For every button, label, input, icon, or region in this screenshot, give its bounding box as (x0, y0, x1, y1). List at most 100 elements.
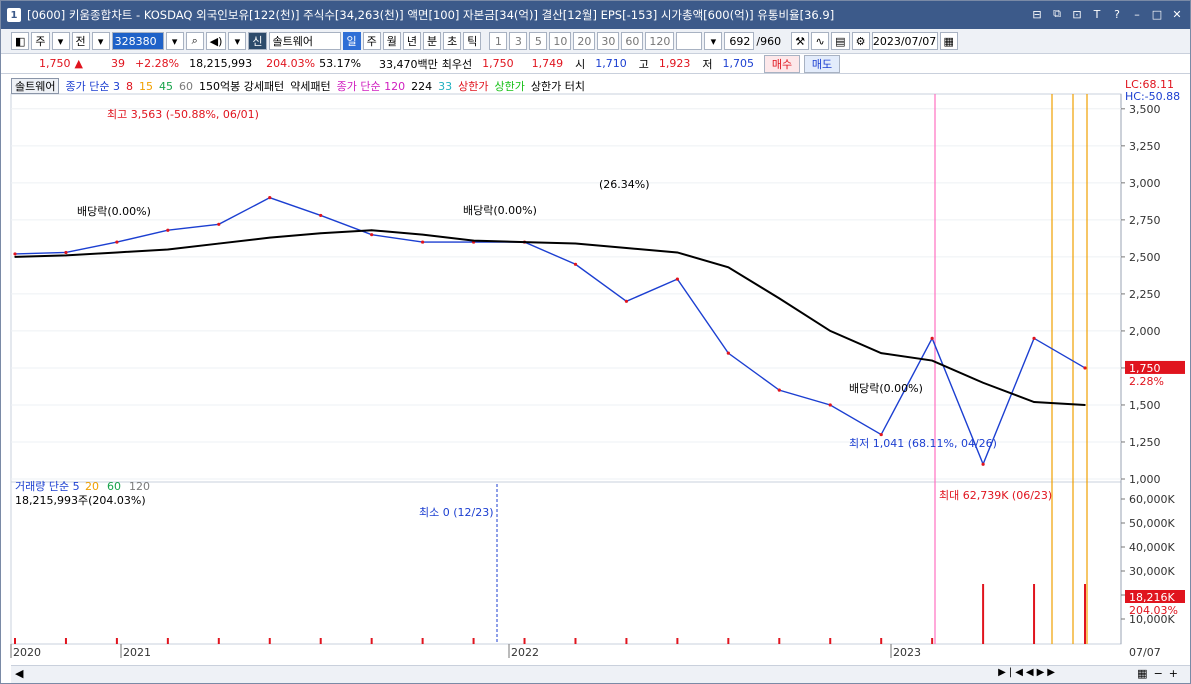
gear-icon[interactable]: ⚙ (851, 32, 870, 50)
price-legend: 솔트웨어 종가 단순 3 8 15 45 60 150억봉 강세패턴 약세패턴 … (11, 78, 585, 94)
time-tick-label: 2021 (123, 646, 151, 659)
interval-20[interactable]: 20 (573, 32, 596, 50)
interval-10[interactable]: 10 (549, 32, 572, 50)
period-month[interactable]: 월 (382, 32, 401, 50)
indicator-icon[interactable]: ∿ (811, 32, 830, 50)
ma-legend-label: 종가 단순 3 (65, 80, 120, 93)
volume-ratio: 204.03% (266, 57, 316, 70)
pin-icon[interactable]: ⊡ (1070, 7, 1084, 21)
interval-120[interactable]: 120 (645, 32, 675, 50)
chevron-down-icon[interactable]: ▾ (228, 32, 247, 50)
stock-code-input[interactable]: 328380 (111, 32, 164, 50)
text-icon[interactable]: T (1090, 7, 1104, 21)
ma224-point (218, 242, 220, 245)
layout-icon[interactable]: ⊟ (1030, 7, 1044, 21)
stock-name-legend[interactable]: 솔트웨어 (11, 78, 60, 94)
custom-interval-input[interactable] (676, 32, 703, 50)
chevron-down-icon[interactable]: ▾ (91, 32, 110, 50)
close-point (64, 250, 68, 255)
volume-bar (880, 638, 883, 644)
interval-1[interactable]: 1 (489, 32, 508, 50)
type-select[interactable]: 주 (31, 32, 50, 50)
minimize-icon[interactable]: – (1130, 7, 1144, 21)
help-icon[interactable]: ? (1110, 7, 1124, 21)
interval-30[interactable]: 30 (597, 32, 620, 50)
close-point (675, 277, 679, 281)
volume-bar (676, 638, 679, 644)
high-label: 고 (638, 57, 649, 71)
period-second[interactable]: 초 (443, 32, 462, 50)
ma224-point (472, 239, 475, 242)
close-icon[interactable]: ✕ (1170, 7, 1184, 21)
sell-button[interactable]: 매도 (804, 54, 841, 73)
price-tick-label: 1,250 (1129, 436, 1161, 449)
title-bar: 1 [0600] 키움종합차트 - KOSDAQ 외국인보유[122(천)] 주… (1, 1, 1190, 29)
volume-current-pct: 204.03% (1129, 604, 1178, 617)
open-label: 시 (575, 57, 586, 71)
chart-canvas[interactable]: 3,500 3,250 3,000 2,750 2,500 2,250 2,000 1,750… (1, 74, 1190, 684)
count-input[interactable]: 692 (724, 32, 755, 50)
period-tick[interactable]: 틱 (463, 32, 482, 50)
tools-icon[interactable]: ⚒ (791, 32, 810, 50)
period-week[interactable]: 주 (362, 32, 381, 50)
date-input[interactable]: 2023/07/07 (871, 32, 938, 50)
period-year[interactable]: 년 (402, 32, 422, 50)
ma224-point (1084, 404, 1086, 406)
price-tick-label: 2,000 (1129, 325, 1161, 338)
close-point (268, 196, 272, 200)
close-point (319, 213, 323, 218)
low-label: 저 (702, 57, 713, 71)
best-bid: 1,749 (531, 57, 564, 70)
horizontal-scrollbar[interactable]: ◀ ▶|◀◀▶▶ ▦−+ (11, 665, 1190, 683)
volume-legend-label: 거래량 단순 5 (15, 480, 80, 493)
chevron-down-icon[interactable]: ▾ (704, 32, 723, 50)
maximize-icon[interactable]: □ (1150, 7, 1164, 21)
ma-8: 8 (125, 79, 133, 93)
mode-button[interactable]: 전 (71, 32, 90, 50)
scroll-left-icon[interactable]: ◀ (15, 667, 23, 680)
pattern-strong: 150억봉 강세패턴 (198, 80, 285, 93)
ma224-point (727, 266, 730, 269)
ma-15: 15 (138, 79, 153, 93)
volume-bar (574, 638, 577, 644)
calendar-icon[interactable]: ▦ (939, 32, 958, 50)
playback-controls-icon[interactable]: ▶|◀◀▶▶ (998, 667, 1058, 678)
window-menu-icon[interactable]: ◧ (11, 32, 30, 50)
low-annotation: 최저 1,041 (68.11%, 04/26) (849, 437, 997, 450)
zoom-controls-icon[interactable]: ▦−+ (1137, 667, 1184, 680)
link-icon[interactable]: ⧉ (1050, 7, 1064, 21)
current-price-tag-label: 1,750 (1129, 362, 1161, 375)
price-change: 39 (110, 57, 125, 70)
turnover: 53.17% (319, 57, 362, 70)
save-icon[interactable]: ▤ (831, 32, 850, 50)
search-icon[interactable]: ⌕ (185, 32, 204, 50)
price-change-pct: +2.28% (134, 57, 180, 70)
volume-tick-label: 30,000K (1129, 565, 1175, 578)
ma224-point (931, 359, 933, 362)
period-day[interactable]: 일 (342, 32, 361, 50)
ma224-point (268, 236, 271, 239)
volume-min-annotation: 최소 0 (12/23) (419, 506, 494, 519)
upper-limit-touch: 상한가 터치 (530, 80, 585, 93)
ma224-point (14, 256, 16, 258)
volume-bar (778, 638, 781, 644)
buy-button[interactable]: 매수 (764, 54, 801, 73)
volume-current-label: 18,216K (1129, 591, 1175, 604)
period-minute[interactable]: 분 (423, 32, 442, 50)
ma-45: 45 (158, 79, 173, 93)
chevron-down-icon[interactable]: ▾ (51, 32, 70, 50)
chevron-down-icon[interactable]: ▾ (165, 32, 184, 50)
time-tick-label: 2023 (893, 646, 921, 659)
close-point (1083, 366, 1087, 370)
close-point (421, 240, 425, 244)
volume-bar (268, 638, 271, 644)
interval-3[interactable]: 3 (509, 32, 528, 50)
interval-5[interactable]: 5 (529, 32, 548, 50)
volume-bar (472, 638, 475, 644)
time-tick-label: 2022 (511, 646, 539, 659)
price-tick-label: 1,000 (1129, 473, 1161, 486)
speaker-icon[interactable]: ◀) (205, 32, 227, 50)
interval-60[interactable]: 60 (621, 32, 644, 50)
ma224-point (370, 229, 373, 232)
time-tick-label: 2020 (13, 646, 41, 659)
